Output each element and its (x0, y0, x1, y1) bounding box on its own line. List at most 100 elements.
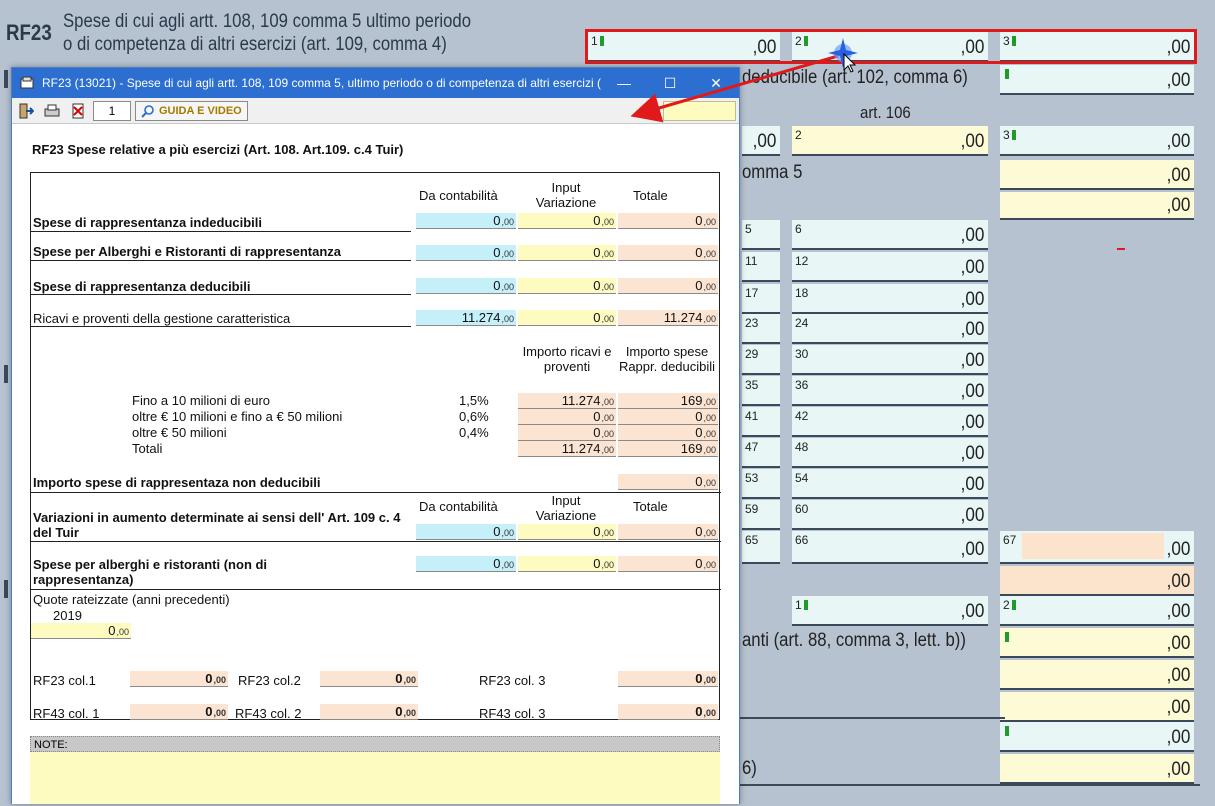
cell-41[interactable]: 41 (742, 407, 780, 437)
cell-36[interactable]: 36,00 (792, 376, 988, 406)
toolbar-yellow-field[interactable] (663, 101, 736, 121)
cell-30[interactable]: 30,00 (792, 345, 988, 375)
cell-18[interactable]: 18,00 (792, 284, 988, 314)
totale-field: 0,00 (618, 278, 718, 294)
variazioni-label: Variazioni in aumento determinate ai sen… (33, 510, 401, 540)
art106-col2-field[interactable]: 2,00 (792, 126, 988, 156)
row-67b-field[interactable]: ,00 (1000, 566, 1194, 596)
input-field[interactable]: 0,00 (518, 310, 616, 326)
row-b-field[interactable]: ,00 (1000, 692, 1194, 722)
art106-col3-field[interactable]: 3,00 (1000, 126, 1194, 156)
cell-60[interactable]: 60,00 (792, 500, 988, 530)
non-deducibili-field: 0,00 (618, 474, 718, 490)
close-button[interactable]: ✕ (693, 68, 739, 98)
quote-year: 2019 (53, 608, 82, 623)
bracket-pct: 1,5% (459, 393, 489, 408)
row-label: Spese per Alberghi e Ristoranti di rappr… (33, 244, 341, 259)
variazioni-input-field[interactable]: 0,00 (518, 524, 616, 540)
cell-42[interactable]: 42,00 (792, 407, 988, 437)
contabilita-field[interactable]: 0,00 (416, 278, 516, 294)
title-bar[interactable]: RF23 (13021) - Spese di cui agli artt. 1… (12, 68, 739, 98)
row-d-field[interactable]: ,00 (1000, 754, 1194, 784)
alberghi-label: Spese per alberghi e ristoranti (non di … (33, 557, 268, 587)
cell-65[interactable]: 65 (742, 531, 780, 564)
deducibile-field[interactable]: ,00 (1000, 65, 1194, 95)
app-icon (20, 76, 34, 89)
exit-icon[interactable] (15, 101, 37, 121)
totale-field: 0,00 (618, 245, 718, 261)
bracket-pct: 0,6% (459, 409, 489, 424)
cell-23[interactable]: 23 (742, 314, 780, 344)
summary-label: RF23 col.1 (33, 673, 96, 688)
row-label: Spese di rappresentanza indeducibili (33, 215, 263, 230)
delete-icon[interactable] (67, 101, 89, 121)
form-code: RF23 (6, 20, 52, 45)
rf23-col2-value: 0,00 (320, 671, 418, 687)
header-totale: Totale (633, 499, 668, 514)
cell-35[interactable]: 35 (742, 376, 780, 406)
anti-label: anti (art. 88, comma 3, lett. b)) (742, 630, 966, 651)
cell-6[interactable]: 6,00 (792, 220, 988, 250)
comma5-field[interactable]: ,00 (1000, 160, 1194, 190)
input-field[interactable]: 0,00 (518, 245, 616, 261)
row-c-field[interactable]: ,00 (1000, 722, 1194, 752)
print-icon[interactable] (41, 101, 63, 121)
divider (740, 717, 1005, 719)
guide-video-button[interactable]: GUIDA E VIDEO (135, 100, 248, 121)
rf43-col1-value: 0,00 (130, 704, 228, 720)
lower-col1-field[interactable]: 1,00 (792, 596, 988, 626)
cell-47[interactable]: 47 (742, 438, 780, 468)
art106-col1-field[interactable]: ,00 (742, 126, 780, 156)
quote-field[interactable]: 0,00 (31, 623, 131, 639)
bracket-label: oltre € 50 milioni (132, 425, 227, 440)
header-contabilita: Da contabilità (419, 499, 498, 514)
cell-24[interactable]: 24,00 (792, 314, 988, 344)
divider (31, 294, 411, 295)
contabilita-field[interactable]: 11.274,00 (416, 310, 516, 326)
maximize-button[interactable]: ☐ (647, 68, 693, 98)
cell-66[interactable]: 66,00 (792, 531, 988, 564)
lower-col2-field[interactable]: 2,00 (1000, 596, 1194, 626)
cell-67[interactable]: 67,00 (1000, 531, 1194, 564)
notes-textarea[interactable] (30, 752, 720, 804)
minimize-button[interactable]: — (601, 68, 647, 98)
row-a-field[interactable]: ,00 (1000, 660, 1194, 690)
row-label: Ricavi e proventi della gestione caratte… (33, 311, 291, 326)
contabilita-field[interactable]: 0,00 (416, 213, 516, 229)
bracket-spese-field: 169,00 (618, 393, 718, 409)
bracket-spese-field: 169,00 (618, 441, 718, 457)
cell-59[interactable]: 59 (742, 500, 780, 530)
cell-17[interactable]: 17 (742, 284, 780, 314)
cell-11[interactable]: 11 (742, 252, 780, 282)
highlight-box (585, 29, 1197, 64)
search-icon (141, 104, 154, 118)
cell-48[interactable]: 48,00 (792, 438, 988, 468)
divider (31, 326, 411, 327)
variazioni-contabilita-field[interactable]: 0,00 (416, 524, 516, 540)
cell-53[interactable]: 53 (742, 469, 780, 499)
page-number-field[interactable]: 1 (93, 100, 131, 121)
alberghi-input-field[interactable]: 0,00 (518, 556, 616, 572)
alberghi-contabilita-field[interactable]: 0,00 (416, 556, 516, 572)
margin-mark (4, 365, 8, 383)
cell-29[interactable]: 29 (742, 345, 780, 375)
cell-12[interactable]: 12,00 (792, 252, 988, 282)
form-title-line2: o di competenza di altri esercizi (art. … (63, 34, 447, 55)
form-title-line1: Spese di cui agli artt. 108, 109 comma 5… (63, 11, 472, 32)
divider (31, 260, 411, 261)
divider (31, 541, 721, 542)
row5-field[interactable]: ,00 (1000, 192, 1194, 220)
totale-field: 11.274,00 (618, 310, 718, 326)
section-heading: RF23 Spese relative a più esercizi (Art.… (32, 142, 404, 157)
cell-54[interactable]: 54,00 (792, 469, 988, 499)
rf43-col3-value: 0,00 (618, 704, 718, 720)
anti-field[interactable]: ,00 (1000, 628, 1194, 658)
summary-label: RF23 col.2 (238, 673, 301, 688)
contabilita-field[interactable]: 0,00 (416, 245, 516, 261)
input-field[interactable]: 0,00 (518, 213, 616, 229)
input-field[interactable]: 0,00 (518, 278, 616, 294)
divider (740, 784, 1200, 786)
bracket-ricavi-field: 11.274,00 (518, 393, 616, 409)
bracket-ricavi-field: 0,00 (518, 425, 616, 441)
cell-5[interactable]: 5 (742, 220, 780, 250)
